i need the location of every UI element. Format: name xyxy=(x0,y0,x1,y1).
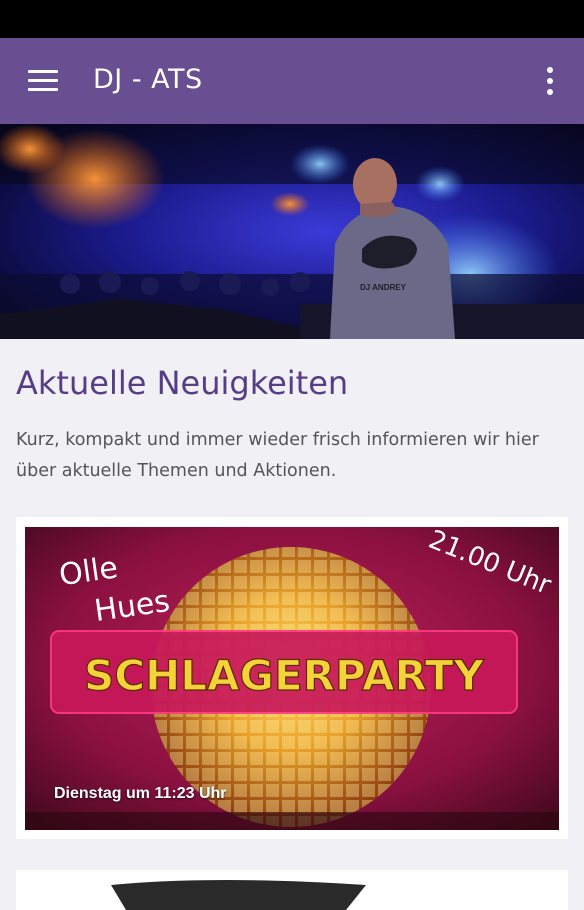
more-vertical-icon[interactable] xyxy=(538,67,562,97)
poster-headline: SCHLAGERPARTY xyxy=(84,651,485,700)
app-bar: DJ - ATS xyxy=(0,38,584,124)
news-card[interactable]: Olle Hues 21.00 Uhr SCHLAGERPARTY Dienst… xyxy=(16,517,568,839)
news-card-timestamp: Dienstag um 11:23 Uhr xyxy=(54,785,227,802)
news-card-next[interactable] xyxy=(16,870,568,910)
hamburger-icon[interactable] xyxy=(28,70,58,92)
svg-text:DJ ANDREY: DJ ANDREY xyxy=(360,283,407,292)
section-title: Aktuelle Neuigkeiten xyxy=(16,364,349,402)
app-title: DJ - ATS xyxy=(93,64,203,95)
hero-image: DJ ANDREY xyxy=(0,124,584,339)
section-description: Kurz, kompakt und immer wieder frisch in… xyxy=(16,430,539,481)
status-bar xyxy=(0,0,584,38)
